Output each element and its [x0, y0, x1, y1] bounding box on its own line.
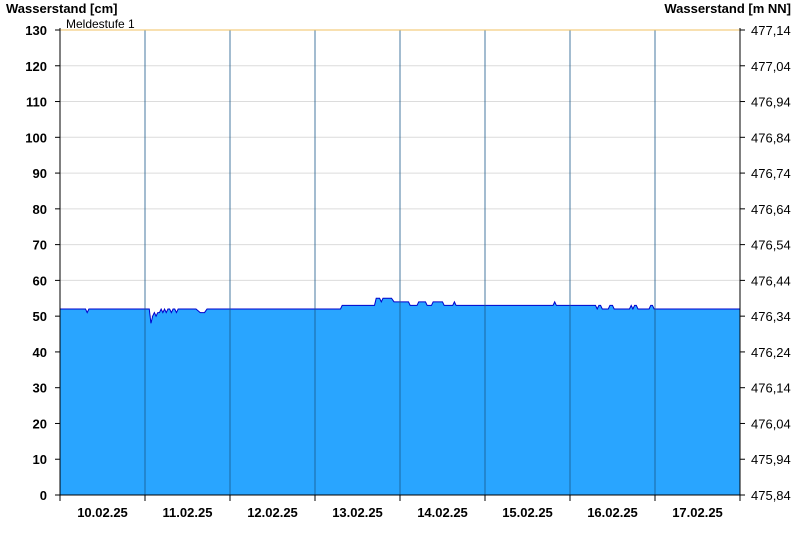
- right-tick-label: 476,14: [751, 381, 791, 396]
- right-tick-label: 475,84: [751, 488, 791, 503]
- right-tick-label: 476,84: [751, 130, 791, 145]
- left-tick-label: 10: [33, 452, 47, 467]
- threshold-label: Meldestufe 1: [66, 17, 135, 31]
- right-tick-label: 475,94: [751, 452, 791, 467]
- left-tick-label: 60: [33, 273, 47, 288]
- left-tick-label: 40: [33, 345, 47, 360]
- right-tick-label: 477,04: [751, 59, 791, 74]
- x-tick-label: 11.02.25: [163, 505, 213, 520]
- x-tick-label: 16.02.25: [587, 505, 638, 520]
- left-tick-label: 80: [33, 202, 47, 217]
- left-tick-label: 100: [25, 130, 47, 145]
- left-tick-label: 30: [33, 381, 47, 396]
- x-tick-label: 17.02.25: [672, 505, 723, 520]
- left-tick-label: 50: [33, 309, 47, 324]
- right-tick-label: 476,34: [751, 309, 791, 324]
- left-axis-title: Wasserstand [cm]: [6, 1, 118, 16]
- water-level-chart: Meldestufe 1 0 10 20 30 40 50 60 70 80 90 100 110 12…: [0, 0, 800, 550]
- right-axis-title: Wasserstand [m NN]: [664, 1, 791, 16]
- left-tick-label: 70: [33, 238, 47, 253]
- left-tick-label: 0: [40, 488, 47, 503]
- right-tick-label: 476,54: [751, 238, 791, 253]
- left-tick-label: 20: [33, 416, 47, 431]
- left-tick-label: 110: [26, 95, 47, 110]
- left-tick-label: 90: [33, 166, 47, 181]
- right-tick-label: 476,74: [751, 166, 791, 181]
- x-tick-label: 12.02.25: [247, 505, 298, 520]
- right-tick-label: 476,44: [751, 273, 791, 288]
- right-tick-label: 476,94: [751, 95, 791, 110]
- x-tick-label: 14.02.25: [417, 505, 468, 520]
- left-tick-label: 120: [25, 59, 47, 74]
- x-tick-label: 15.02.25: [502, 505, 553, 520]
- left-tick-label: 130: [25, 23, 47, 38]
- x-tick-label: 10.02.25: [77, 505, 128, 520]
- right-tick-label: 477,14: [751, 23, 791, 38]
- x-tick-label: 13.02.25: [332, 505, 383, 520]
- right-tick-label: 476,04: [751, 416, 791, 431]
- right-tick-label: 476,24: [751, 345, 791, 360]
- right-tick-label: 476,64: [751, 202, 791, 217]
